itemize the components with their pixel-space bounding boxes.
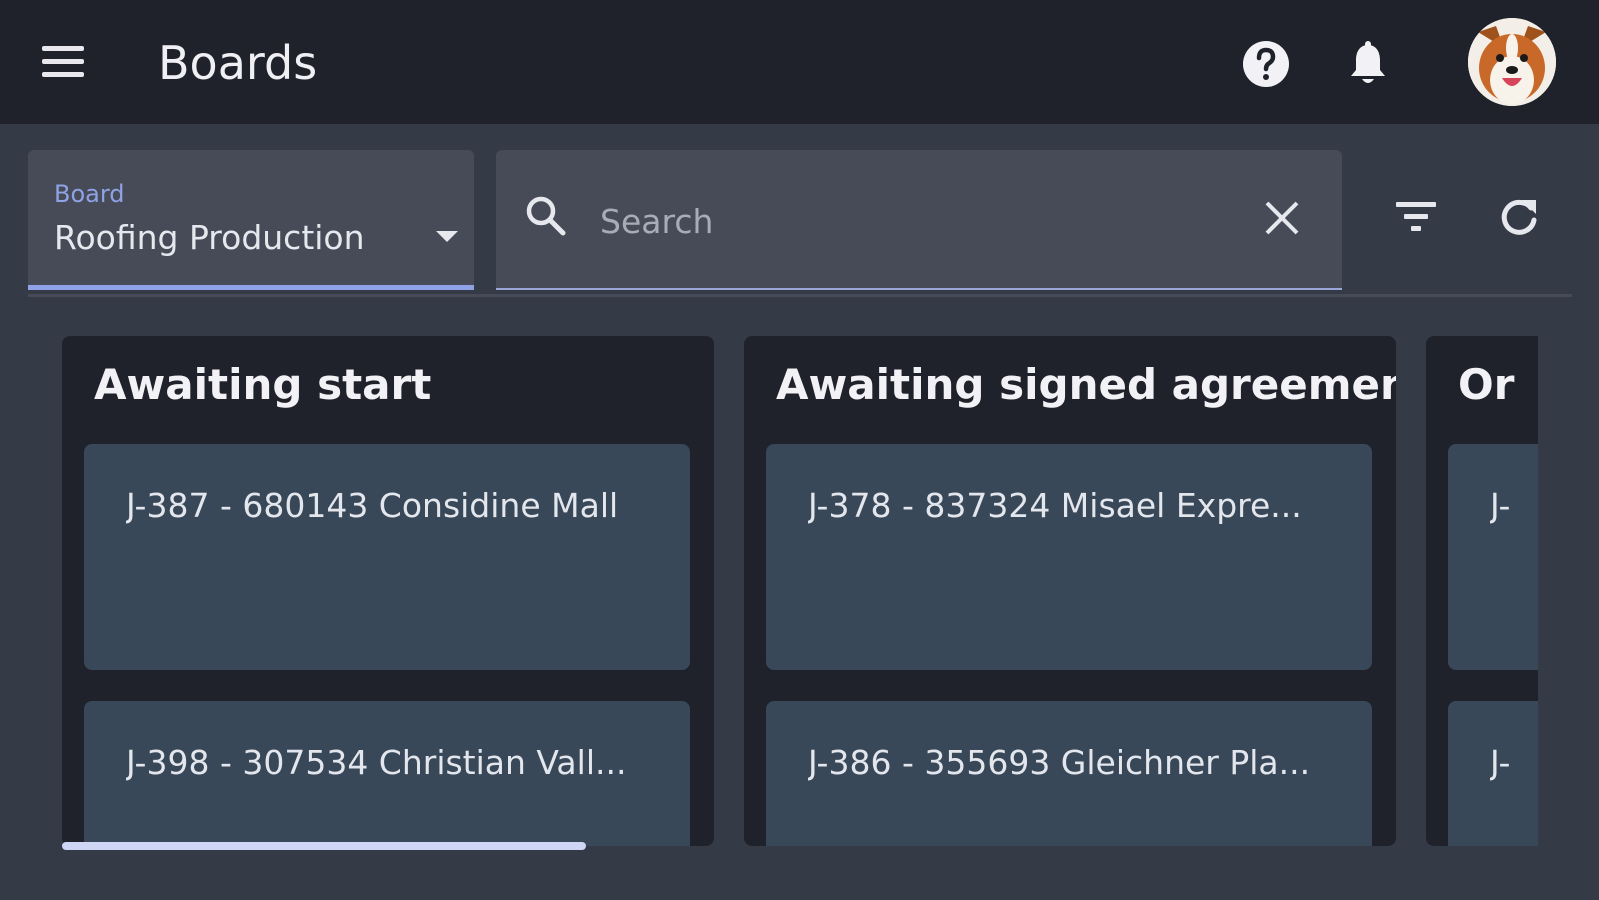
job-card[interactable]: J-387 - 680143 Considine Mall — [84, 444, 690, 670]
job-card-title: J- — [1490, 486, 1511, 525]
search-input[interactable] — [598, 190, 1242, 252]
job-card[interactable]: J- — [1448, 444, 1538, 670]
job-card[interactable]: J-386 - 355693 Gleichner Pla... — [766, 701, 1372, 846]
help-icon[interactable] — [1240, 38, 1292, 90]
column-awaiting-signed-agreement: Awaiting signed agreement J-378 - 837324… — [744, 336, 1396, 846]
page-title: Boards — [158, 36, 318, 90]
job-card-title: J- — [1490, 743, 1511, 782]
board-select-value: Roofing Production — [54, 218, 365, 257]
column-awaiting-start: Awaiting start J-387 - 680143 Considine … — [62, 336, 714, 846]
job-card[interactable]: J-378 - 837324 Misael Expre... — [766, 444, 1372, 670]
board-select-underline — [28, 285, 474, 290]
job-card-title: J-387 - 680143 Considine Mall — [126, 486, 619, 525]
search-icon — [524, 194, 568, 242]
column-partial: Or J- J- — [1426, 336, 1538, 846]
column-title: Awaiting start — [94, 360, 432, 409]
board-columns: Awaiting start J-387 - 680143 Considine … — [62, 336, 1538, 856]
job-card[interactable]: J- — [1448, 701, 1538, 846]
board-select[interactable]: Board Roofing Production — [28, 150, 474, 290]
job-card-title: J-378 - 837324 Misael Expre... — [808, 486, 1302, 525]
bell-icon[interactable] — [1342, 38, 1394, 90]
toolbar-divider — [28, 294, 1572, 297]
board-select-label: Board — [54, 180, 125, 208]
close-icon[interactable] — [1264, 200, 1300, 240]
horizontal-scrollbar[interactable] — [62, 842, 1538, 850]
scrollbar-thumb[interactable] — [62, 842, 586, 850]
column-title: Or — [1458, 360, 1515, 409]
caret-down-icon — [436, 228, 458, 247]
refresh-icon[interactable] — [1498, 196, 1540, 242]
column-title: Awaiting signed agreement — [776, 360, 1396, 409]
avatar[interactable] — [1468, 18, 1556, 106]
job-card-title: J-386 - 355693 Gleichner Pla... — [808, 743, 1311, 782]
search-underline — [496, 288, 1342, 290]
job-card[interactable]: J-398 - 307534 Christian Vall... — [84, 701, 690, 846]
job-card-title: J-398 - 307534 Christian Vall... — [126, 743, 627, 782]
app-bar: Boards — [0, 0, 1599, 124]
filter-icon[interactable] — [1394, 198, 1438, 238]
menu-icon[interactable] — [40, 40, 88, 88]
search-field — [496, 150, 1342, 290]
